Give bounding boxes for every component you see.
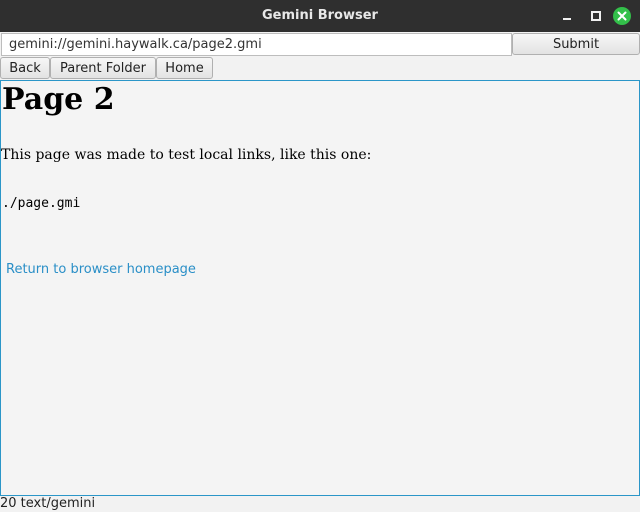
- page-content[interactable]: Page 2 This page was made to test local …: [0, 80, 640, 496]
- title-bar[interactable]: Gemini Browser: [0, 0, 640, 32]
- minimize-icon: [563, 18, 571, 20]
- maximize-button[interactable]: [586, 7, 604, 25]
- homepage-link[interactable]: Return to browser homepage: [6, 262, 196, 277]
- parent-folder-button[interactable]: Parent Folder: [50, 57, 156, 79]
- preformatted-text: ./page.gmi: [2, 196, 81, 211]
- home-button[interactable]: Home: [156, 57, 213, 79]
- minimize-button[interactable]: [558, 7, 576, 25]
- close-icon: [617, 11, 627, 21]
- page-paragraph: This page was made to test local links, …: [1, 147, 372, 163]
- url-input[interactable]: [1, 33, 512, 56]
- submit-button[interactable]: Submit: [512, 33, 640, 55]
- browser-window: Gemini Browser Submit Back Parent Folder…: [0, 0, 640, 512]
- status-bar: 20 text/gemini: [0, 496, 96, 511]
- close-button[interactable]: [613, 7, 631, 25]
- back-button[interactable]: Back: [0, 57, 50, 79]
- maximize-icon: [591, 11, 601, 21]
- page-heading: Page 2: [2, 82, 115, 117]
- window-title: Gemini Browser: [262, 8, 378, 23]
